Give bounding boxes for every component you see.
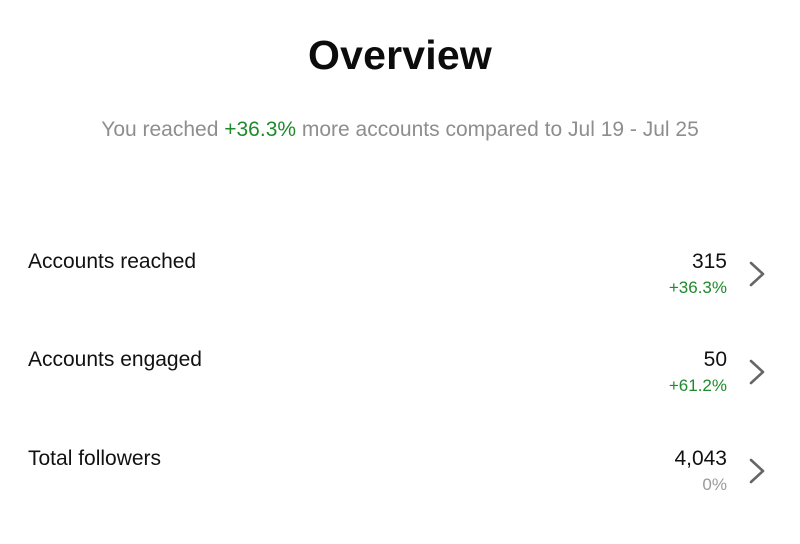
metric-change: +61.2% <box>668 376 727 395</box>
metric-row-total-followers[interactable]: Total followers 4,043 0% <box>28 447 772 507</box>
chevron-right-icon <box>749 261 765 287</box>
metric-change: +36.3% <box>668 278 727 297</box>
metric-label: Accounts engaged <box>28 348 202 371</box>
summary-change-highlight: +36.3% <box>224 118 297 141</box>
metric-value: 315 <box>691 250 727 273</box>
metric-row-accounts-reached[interactable]: Accounts reached 315 +36.3% <box>28 250 772 310</box>
metric-label: Total followers <box>28 447 162 470</box>
page-title: Overview <box>308 32 492 78</box>
metric-value: 4,043 <box>674 447 727 470</box>
metric-label: Accounts reached <box>28 250 197 273</box>
chevron-right-icon <box>749 359 765 385</box>
metric-change: 0% <box>702 475 727 494</box>
summary-prefix: You reached <box>101 118 225 141</box>
metric-value: 50 <box>703 348 727 371</box>
metric-row-accounts-engaged[interactable]: Accounts engaged 50 +61.2% <box>28 348 772 408</box>
summary-suffix: more accounts compared to Jul 19 - Jul 2… <box>296 118 699 141</box>
chevron-right-icon <box>749 458 765 484</box>
overview-summary: You reached +36.3% more accounts compare… <box>60 116 740 144</box>
